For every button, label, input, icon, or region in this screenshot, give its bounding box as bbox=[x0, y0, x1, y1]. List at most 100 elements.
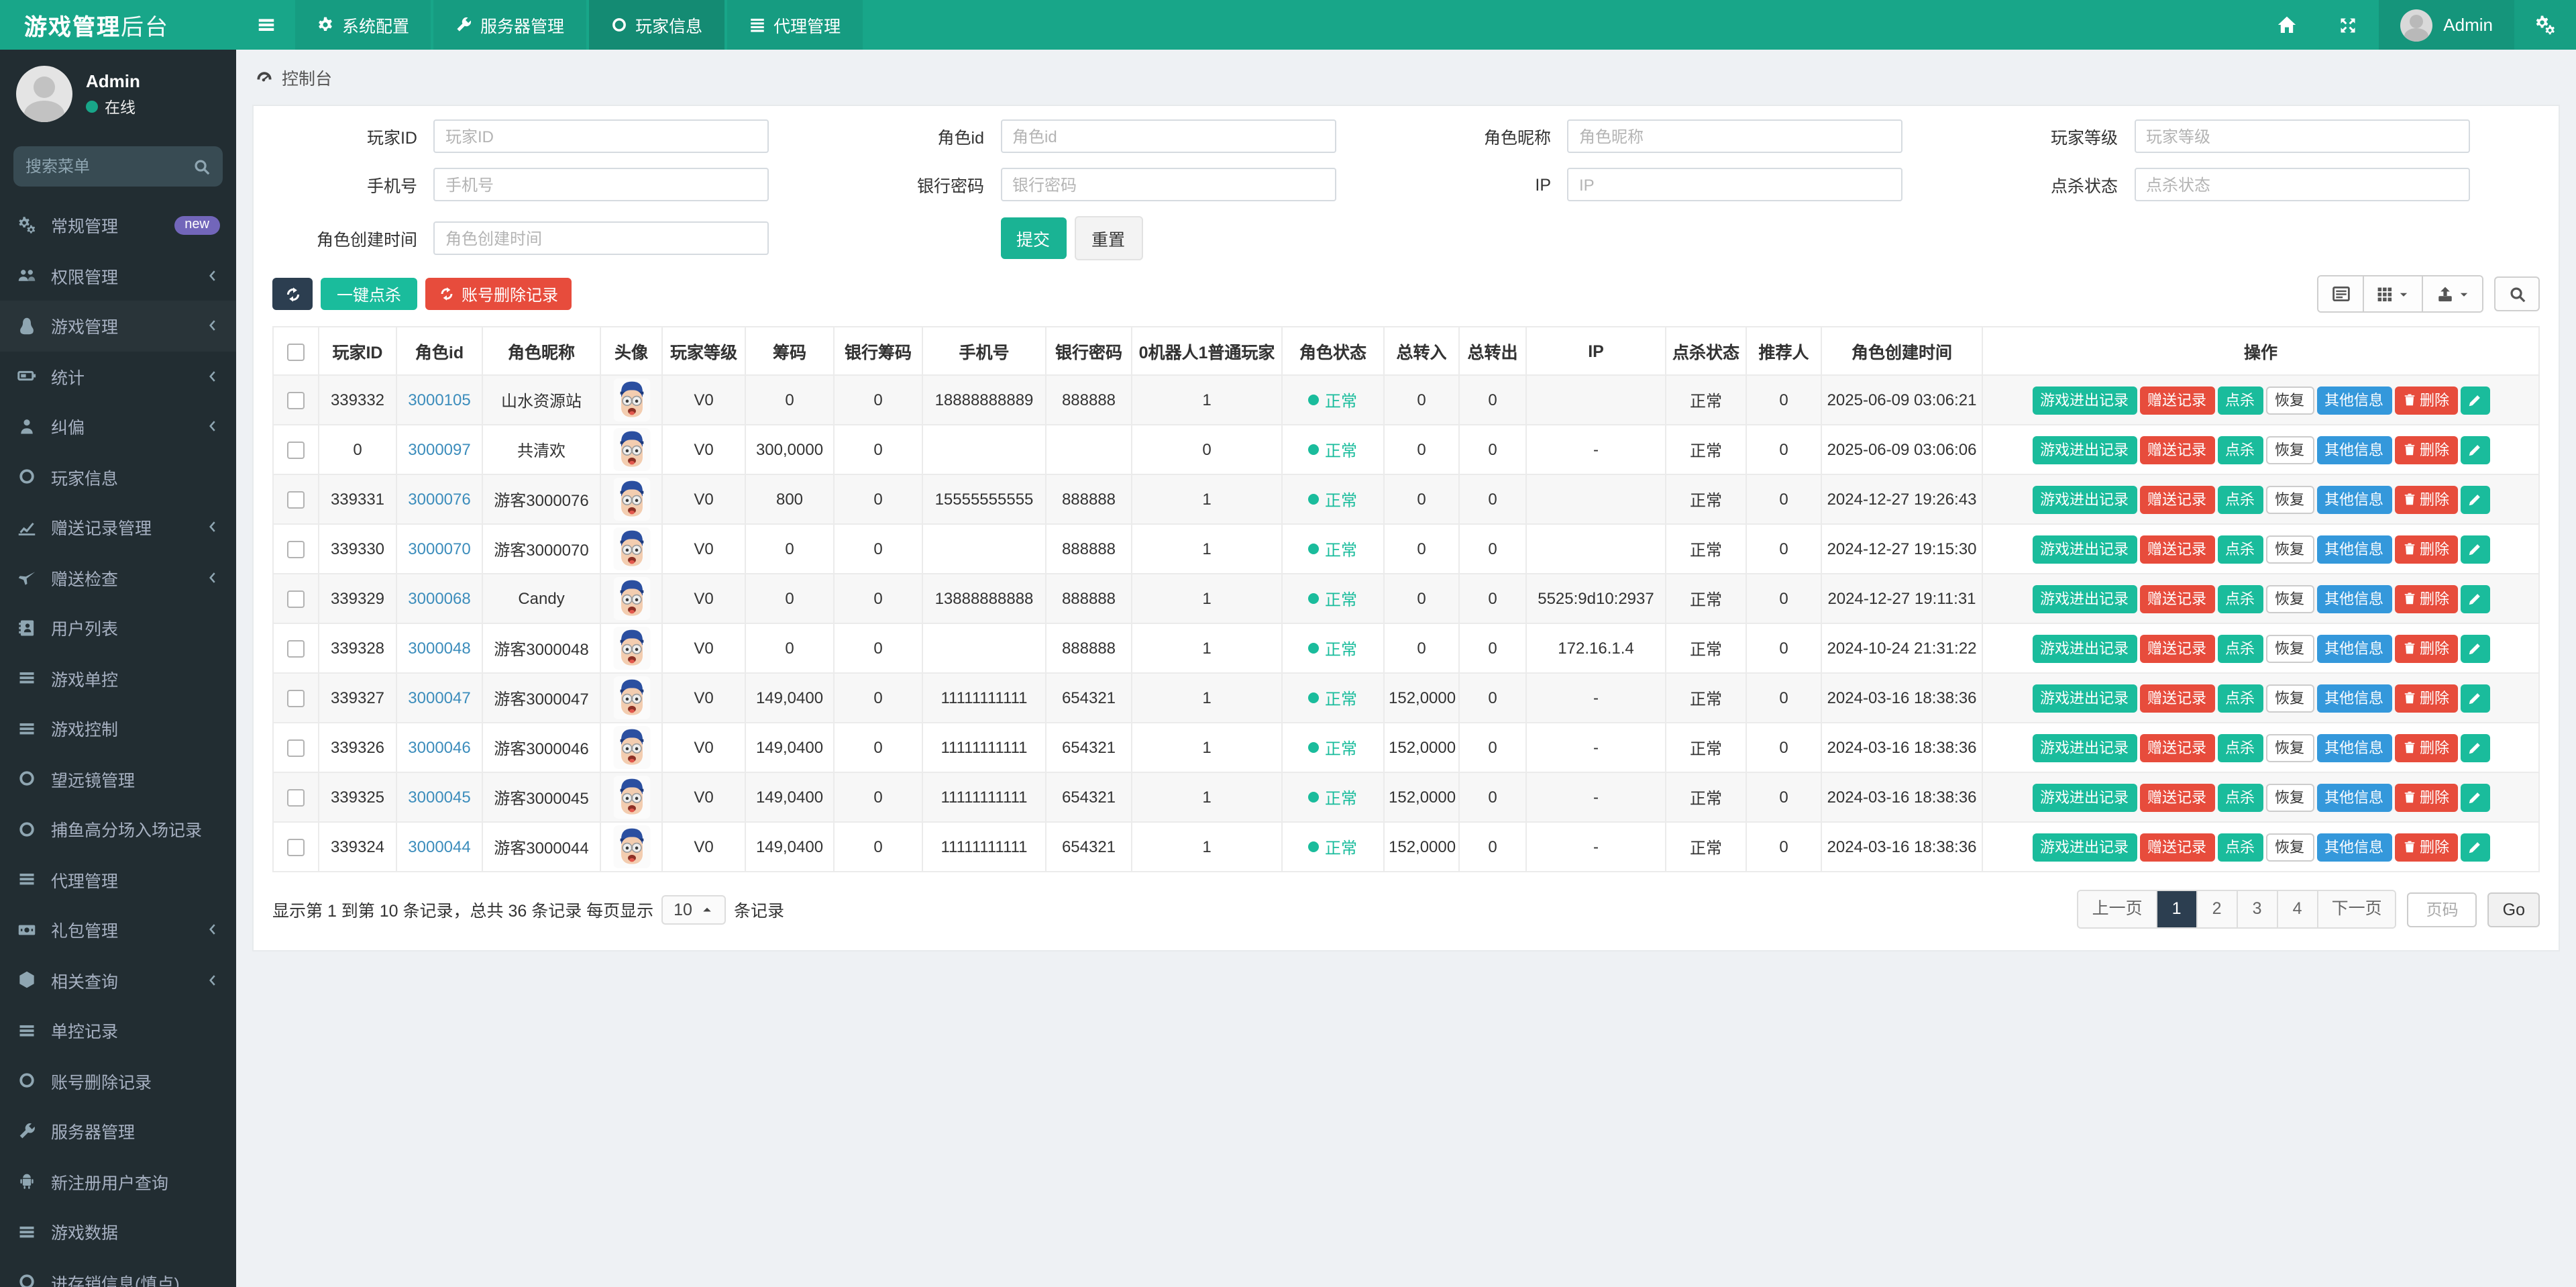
filter-input[interactable] bbox=[1567, 168, 1902, 201]
kill-button[interactable]: 点杀 bbox=[2217, 833, 2263, 861]
kill-button[interactable]: 点杀 bbox=[2217, 634, 2263, 662]
page-button[interactable]: 1 bbox=[2157, 891, 2198, 927]
sidebar-item[interactable]: 新注册用户查询 bbox=[0, 1156, 236, 1206]
sidebar-item[interactable]: 赠送记录管理 bbox=[0, 502, 236, 552]
kill-button[interactable]: 点杀 bbox=[2217, 684, 2263, 712]
edit-button[interactable] bbox=[2460, 485, 2489, 513]
game-log-button[interactable]: 游戏进出记录 bbox=[2032, 584, 2137, 613]
table-search-button[interactable] bbox=[2494, 276, 2540, 311]
columns-button[interactable] bbox=[2364, 276, 2423, 311]
delete-button[interactable]: 删除 bbox=[2394, 386, 2457, 414]
game-log-button[interactable]: 游戏进出记录 bbox=[2032, 684, 2137, 712]
gift-log-button[interactable]: 赠送记录 bbox=[2139, 783, 2214, 811]
sidebar-item[interactable]: 游戏控制 bbox=[0, 703, 236, 754]
gift-log-button[interactable]: 赠送记录 bbox=[2139, 733, 2214, 762]
row-checkbox[interactable] bbox=[287, 491, 305, 509]
settings-gears-icon[interactable] bbox=[2514, 0, 2576, 50]
row-checkbox[interactable] bbox=[287, 789, 305, 807]
delete-button[interactable]: 删除 bbox=[2394, 783, 2457, 811]
restore-button[interactable]: 恢复 bbox=[2265, 833, 2314, 861]
role-id-link[interactable]: 3000047 bbox=[408, 688, 470, 707]
sidebar-item[interactable]: 游戏单控 bbox=[0, 653, 236, 703]
sidebar-item[interactable]: 礼包管理 bbox=[0, 905, 236, 955]
edit-button[interactable] bbox=[2460, 386, 2489, 414]
sidebar-item[interactable]: 权限管理 bbox=[0, 250, 236, 301]
game-log-button[interactable]: 游戏进出记录 bbox=[2032, 733, 2137, 762]
other-info-button[interactable]: 其他信息 bbox=[2316, 386, 2392, 414]
filter-input[interactable] bbox=[1000, 168, 1336, 201]
gift-log-button[interactable]: 赠送记录 bbox=[2139, 485, 2214, 513]
kill-button[interactable]: 点杀 bbox=[2217, 386, 2263, 414]
restore-button[interactable]: 恢复 bbox=[2265, 435, 2314, 464]
filter-input[interactable] bbox=[433, 119, 769, 153]
kill-button[interactable]: 点杀 bbox=[2217, 783, 2263, 811]
sidebar-item[interactable]: 代理管理 bbox=[0, 854, 236, 905]
filter-input[interactable] bbox=[433, 221, 769, 255]
page-button[interactable]: 4 bbox=[2278, 891, 2318, 927]
kill-all-button[interactable]: 一键点杀 bbox=[321, 278, 417, 310]
role-id-link[interactable]: 3000076 bbox=[408, 490, 470, 509]
gift-log-button[interactable]: 赠送记录 bbox=[2139, 684, 2214, 712]
sidebar-item[interactable]: 望远镜管理 bbox=[0, 754, 236, 804]
sidebar-item[interactable]: 玩家信息 bbox=[0, 452, 236, 502]
other-info-button[interactable]: 其他信息 bbox=[2316, 684, 2392, 712]
sidebar-item[interactable]: 常规管理new bbox=[0, 200, 236, 250]
other-info-button[interactable]: 其他信息 bbox=[2316, 435, 2392, 464]
gift-log-button[interactable]: 赠送记录 bbox=[2139, 435, 2214, 464]
kill-button[interactable]: 点杀 bbox=[2217, 485, 2263, 513]
other-info-button[interactable]: 其他信息 bbox=[2316, 485, 2392, 513]
refresh-button[interactable] bbox=[272, 278, 313, 310]
game-log-button[interactable]: 游戏进出记录 bbox=[2032, 386, 2137, 414]
filter-input[interactable] bbox=[2134, 119, 2469, 153]
restore-button[interactable]: 恢复 bbox=[2265, 783, 2314, 811]
topnav-item[interactable]: 代理管理 bbox=[727, 0, 862, 50]
delete-button[interactable]: 删除 bbox=[2394, 684, 2457, 712]
gift-log-button[interactable]: 赠送记录 bbox=[2139, 634, 2214, 662]
sidebar-item[interactable]: 统计 bbox=[0, 351, 236, 401]
other-info-button[interactable]: 其他信息 bbox=[2316, 584, 2392, 613]
kill-button[interactable]: 点杀 bbox=[2217, 535, 2263, 563]
topnav-item[interactable]: 服务器管理 bbox=[433, 0, 586, 50]
sidebar-item[interactable]: 相关查询 bbox=[0, 955, 236, 1005]
edit-button[interactable] bbox=[2460, 783, 2489, 811]
restore-button[interactable]: 恢复 bbox=[2265, 733, 2314, 762]
sidebar-item[interactable]: 账号删除记录 bbox=[0, 1056, 236, 1106]
role-id-link[interactable]: 3000045 bbox=[408, 788, 470, 807]
other-info-button[interactable]: 其他信息 bbox=[2316, 535, 2392, 563]
delete-button[interactable]: 删除 bbox=[2394, 485, 2457, 513]
row-checkbox[interactable] bbox=[287, 392, 305, 409]
kill-button[interactable]: 点杀 bbox=[2217, 733, 2263, 762]
user-menu[interactable]: Admin bbox=[2379, 0, 2514, 50]
edit-button[interactable] bbox=[2460, 535, 2489, 563]
page-size-select[interactable]: 10 bbox=[661, 894, 726, 924]
topnav-item[interactable]: 玩家信息 bbox=[588, 0, 724, 50]
sidebar-item[interactable]: 捕鱼高分场入场记录 bbox=[0, 804, 236, 854]
other-info-button[interactable]: 其他信息 bbox=[2316, 783, 2392, 811]
edit-button[interactable] bbox=[2460, 833, 2489, 861]
role-id-link[interactable]: 3000046 bbox=[408, 738, 470, 757]
account-delete-log-button[interactable]: 账号删除记录 bbox=[425, 278, 572, 310]
gift-log-button[interactable]: 赠送记录 bbox=[2139, 535, 2214, 563]
delete-button[interactable]: 删除 bbox=[2394, 634, 2457, 662]
sidebar-toggle-icon[interactable] bbox=[236, 0, 295, 50]
delete-button[interactable]: 删除 bbox=[2394, 535, 2457, 563]
sidebar-item[interactable]: 赠送检查 bbox=[0, 552, 236, 603]
page-button[interactable]: 2 bbox=[2198, 891, 2238, 927]
restore-button[interactable]: 恢复 bbox=[2265, 584, 2314, 613]
sidebar-item[interactable]: 用户列表 bbox=[0, 603, 236, 653]
role-id-link[interactable]: 3000105 bbox=[408, 391, 470, 409]
row-checkbox[interactable] bbox=[287, 442, 305, 459]
submit-button[interactable]: 提交 bbox=[1000, 217, 1066, 259]
role-id-link[interactable]: 3000068 bbox=[408, 589, 470, 608]
restore-button[interactable]: 恢复 bbox=[2265, 485, 2314, 513]
delete-button[interactable]: 删除 bbox=[2394, 833, 2457, 861]
kill-button[interactable]: 点杀 bbox=[2217, 435, 2263, 464]
edit-button[interactable] bbox=[2460, 435, 2489, 464]
row-checkbox[interactable] bbox=[287, 739, 305, 757]
row-checkbox[interactable] bbox=[287, 690, 305, 707]
edit-button[interactable] bbox=[2460, 733, 2489, 762]
next-page-button[interactable]: 下一页 bbox=[2318, 891, 2396, 927]
page-button[interactable]: 3 bbox=[2238, 891, 2278, 927]
game-log-button[interactable]: 游戏进出记录 bbox=[2032, 783, 2137, 811]
reset-button[interactable]: 重置 bbox=[1074, 216, 1142, 260]
